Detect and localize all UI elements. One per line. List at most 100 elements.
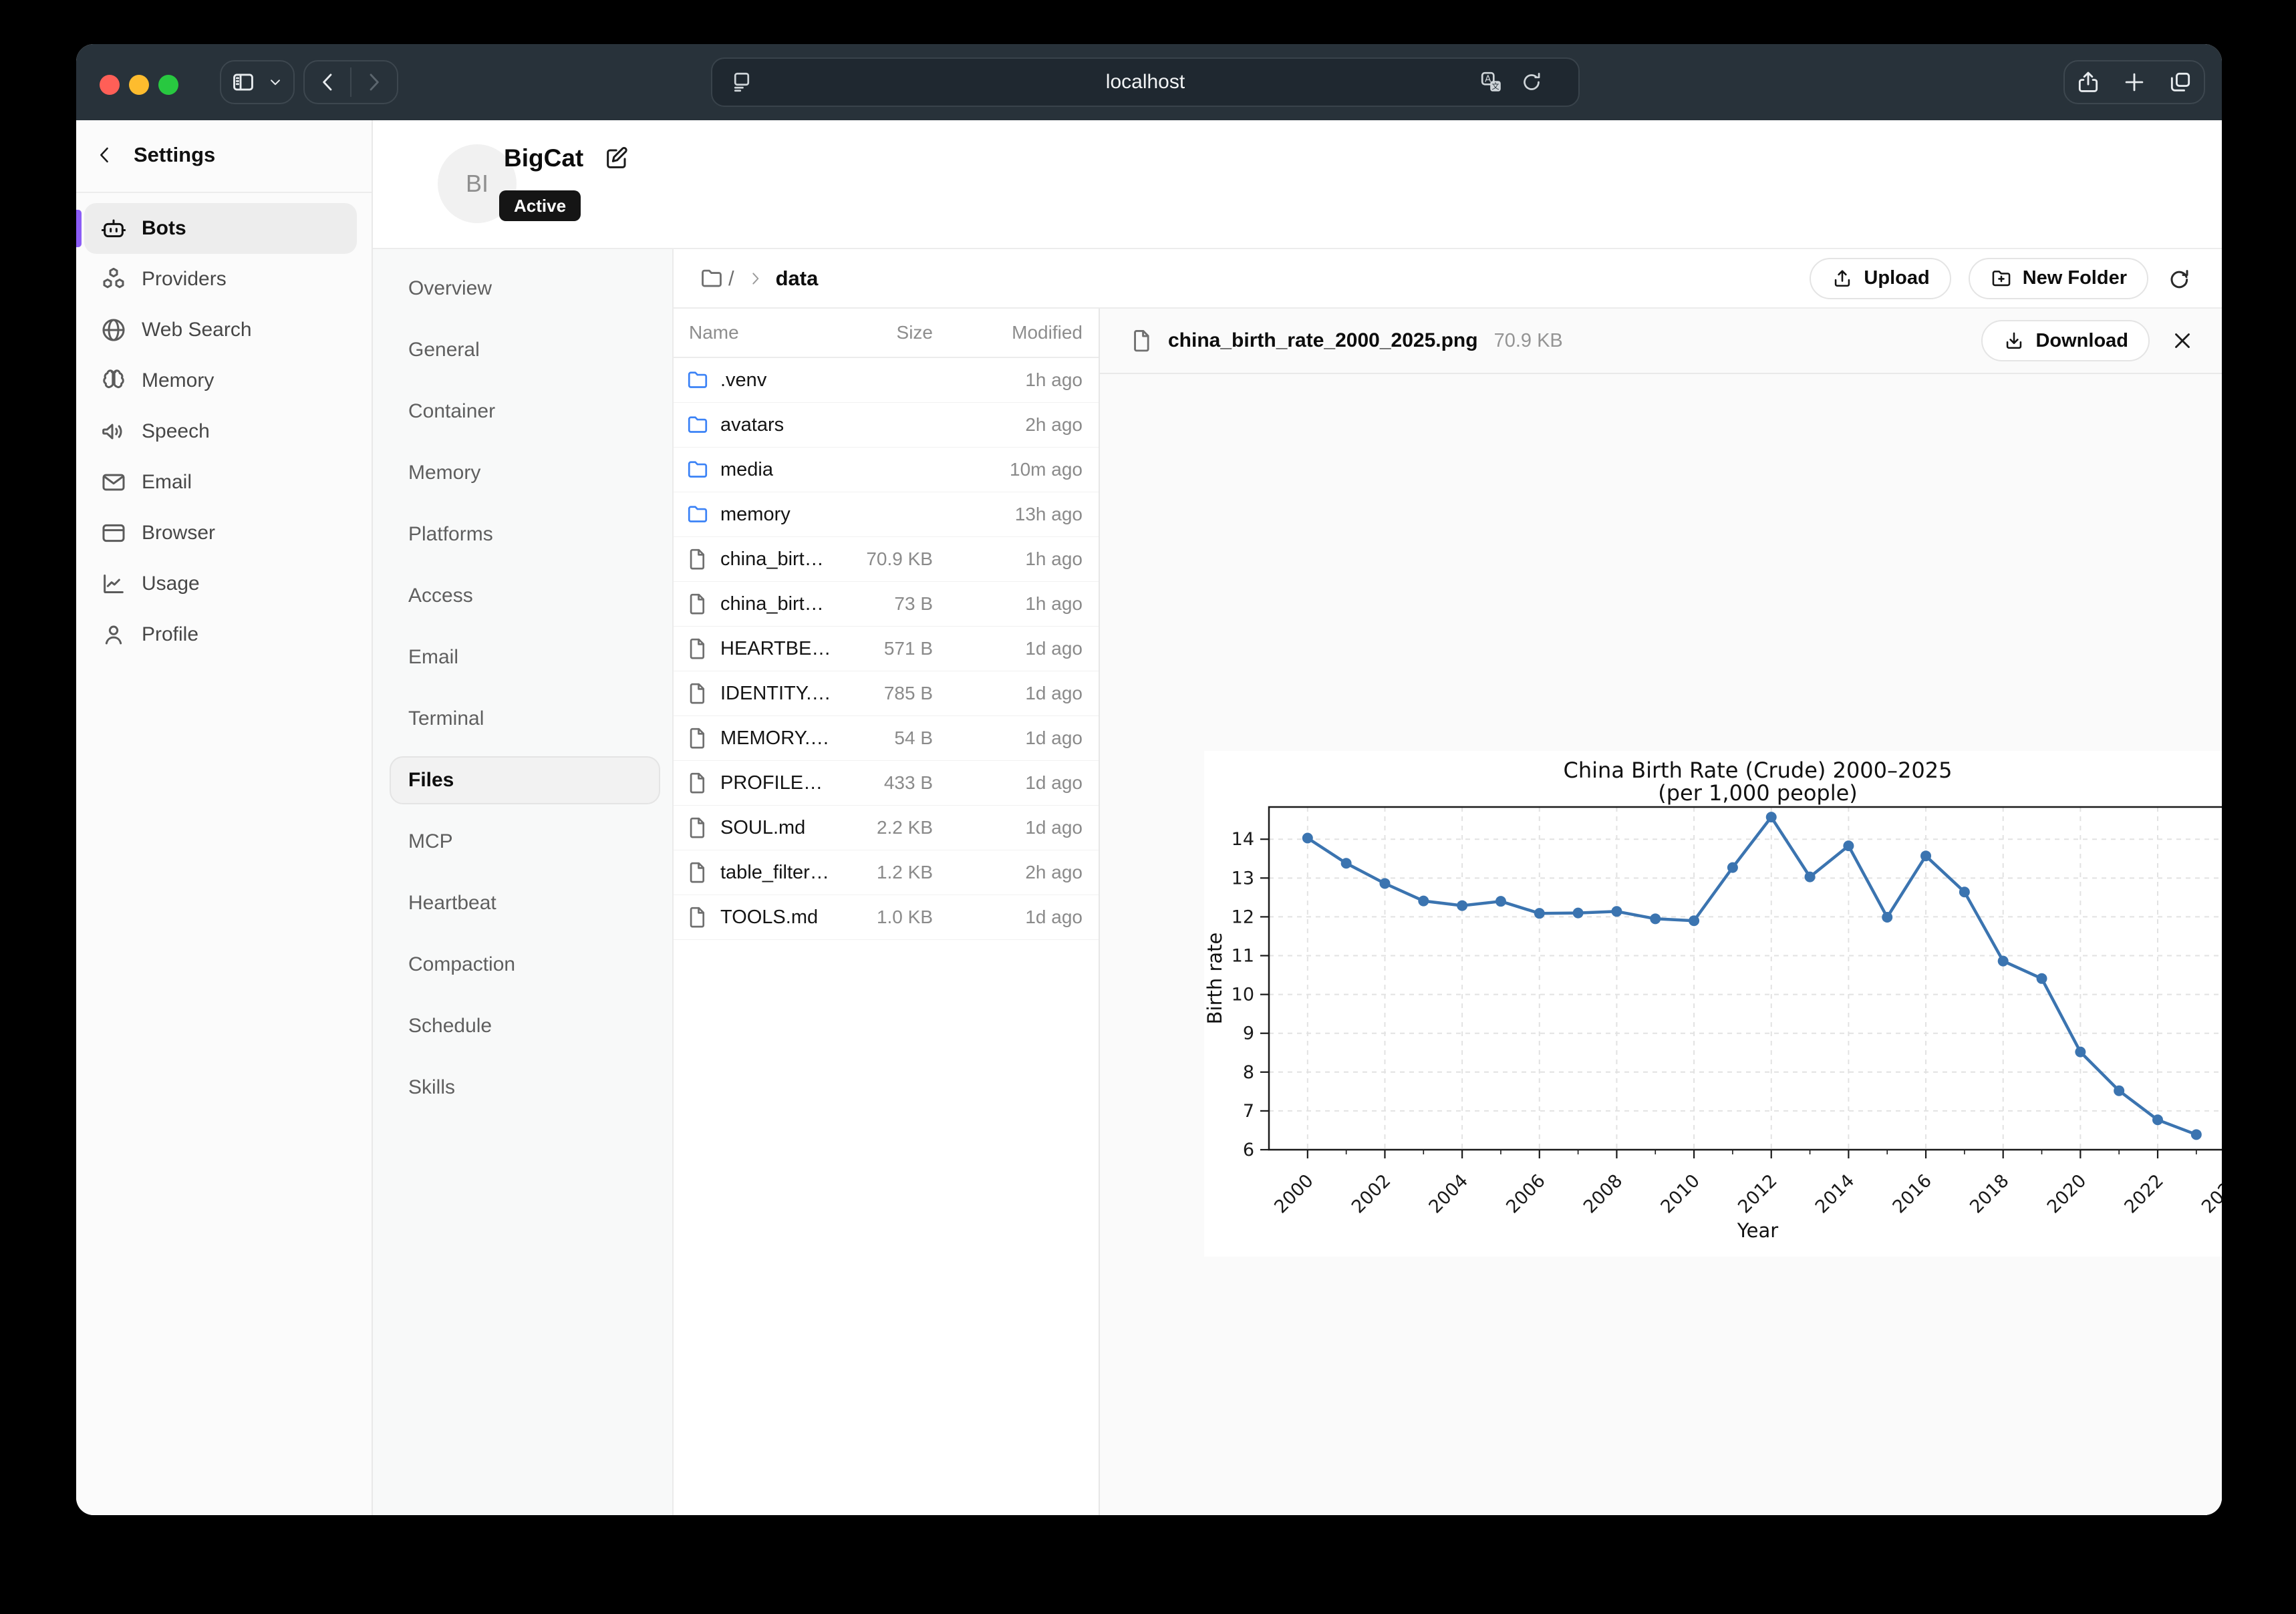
close-icon[interactable] <box>2170 328 2195 353</box>
download-button[interactable]: Download <box>1981 320 2150 361</box>
preview-pane: china_birth_rate_2000_2025.png 70.9 KB D… <box>1100 309 2222 1515</box>
sidebar-item-speech[interactable]: Speech <box>84 406 357 457</box>
close-window-button[interactable] <box>100 75 120 95</box>
svg-text:13: 13 <box>1232 868 1254 889</box>
breadcrumb: / data <box>699 266 818 291</box>
tab-label: Compaction <box>408 953 515 976</box>
new-folder-button[interactable]: New Folder <box>1969 258 2148 299</box>
tab-schedule[interactable]: Schedule <box>373 995 672 1057</box>
tab-memory[interactable]: Memory <box>373 442 672 504</box>
file-modified: 13h ago <box>933 504 1099 525</box>
table-row[interactable]: table_filter_…1.2 KB2h ago <box>674 850 1099 895</box>
sidebar-item-label: Memory <box>142 369 214 392</box>
file-modified: 1d ago <box>933 638 1099 659</box>
svg-text:14: 14 <box>1232 829 1254 850</box>
tab-mcp[interactable]: MCP <box>373 811 672 872</box>
zoom-window-button[interactable] <box>158 75 178 95</box>
tab-files[interactable]: Files <box>373 750 672 811</box>
address-bar[interactable]: localhost A文 <box>711 57 1580 107</box>
sidebar-item-web-search[interactable]: Web Search <box>84 305 357 355</box>
file-icon <box>686 771 710 795</box>
tab-label: Platforms <box>408 523 493 546</box>
sidebar-item-memory[interactable]: Memory <box>84 355 357 406</box>
file-size: 70.9 KB <box>833 548 933 570</box>
tab-platforms[interactable]: Platforms <box>373 504 672 565</box>
table-row[interactable]: PROFILES.md433 B1d ago <box>674 761 1099 806</box>
table-row[interactable]: HEARTBEAT…571 B1d ago <box>674 627 1099 671</box>
root-folder-icon[interactable] <box>699 266 724 291</box>
refresh-icon[interactable] <box>2166 265 2192 292</box>
file-modified: 1h ago <box>933 369 1099 391</box>
table-row[interactable]: .venv 1h ago <box>674 358 1099 403</box>
tab-general[interactable]: General <box>373 319 672 381</box>
tab-terminal[interactable]: Terminal <box>373 688 672 750</box>
file-name: PROFILES.md <box>720 772 833 794</box>
breadcrumb-current[interactable]: data <box>776 267 819 291</box>
forward-button[interactable] <box>361 69 386 95</box>
sidebar-item-bots[interactable]: Bots <box>84 203 357 254</box>
sidebar-item-profile[interactable]: Profile <box>84 609 357 660</box>
sidebar-toggle-icon[interactable] <box>231 69 256 95</box>
tab-label: Email <box>408 646 458 669</box>
table-row[interactable]: china_birth…70.9 KB1h ago <box>674 537 1099 582</box>
svg-text:2020: 2020 <box>2043 1170 2091 1218</box>
file-name: .venv <box>720 369 833 391</box>
sidebar-item-browser[interactable]: Browser <box>84 508 357 558</box>
table-row[interactable]: china_birth…73 B1h ago <box>674 582 1099 627</box>
tab-overview-icon[interactable] <box>2168 69 2193 95</box>
folder-plus-icon <box>1990 267 2013 290</box>
translate-icon[interactable]: A文 <box>1479 70 1503 94</box>
tab-label: Overview <box>408 277 492 300</box>
mail-icon <box>100 469 127 496</box>
tab-label: Terminal <box>408 707 484 730</box>
file-size: 785 B <box>833 683 933 704</box>
back-button[interactable] <box>315 69 341 95</box>
file-modified: 1d ago <box>933 728 1099 749</box>
breadcrumb-root[interactable]: / <box>728 267 734 291</box>
file-name: avatars <box>720 414 833 436</box>
file-size: 73 B <box>833 593 933 615</box>
table-row[interactable]: media10m ago <box>674 448 1099 492</box>
sidebar-item-label: Profile <box>142 623 198 646</box>
sidebar-item-usage[interactable]: Usage <box>84 558 357 609</box>
edit-icon[interactable] <box>603 145 630 172</box>
table-row[interactable]: TOOLS.md1.0 KB1d ago <box>674 895 1099 940</box>
nav-buttons-group <box>303 60 398 104</box>
table-row[interactable]: IDENTITY.md785 B1d ago <box>674 671 1099 716</box>
files-region: / data Upload New Folder <box>674 249 2222 1515</box>
avatar-initials: BI <box>466 170 488 198</box>
column-size: Size <box>833 322 933 343</box>
settings-back[interactable]: Settings <box>76 135 215 175</box>
table-row[interactable]: SOUL.md2.2 KB1d ago <box>674 806 1099 850</box>
sidebar-item-providers[interactable]: Providers <box>84 254 357 305</box>
svg-text:2014: 2014 <box>1812 1170 1859 1218</box>
svg-text:2004: 2004 <box>1425 1170 1473 1218</box>
file-icon <box>686 726 710 750</box>
tab-compaction[interactable]: Compaction <box>373 934 672 995</box>
sidebar-item-label: Usage <box>142 573 200 595</box>
new-tab-icon[interactable] <box>2122 69 2147 95</box>
tab-container[interactable]: Container <box>373 381 672 442</box>
url-text: localhost <box>712 71 1578 94</box>
sidebar-item-email[interactable]: Email <box>84 457 357 508</box>
browser-icon <box>100 520 127 546</box>
table-row[interactable]: avatars2h ago <box>674 403 1099 448</box>
tab-access[interactable]: Access <box>373 565 672 627</box>
file-table: Name Size Modified .venv1h agoavatars2h … <box>674 309 1100 1515</box>
table-row[interactable]: memory13h ago <box>674 492 1099 537</box>
tab-skills[interactable]: Skills <box>373 1057 672 1118</box>
minimize-window-button[interactable] <box>129 75 149 95</box>
tab-email[interactable]: Email <box>373 627 672 688</box>
share-icon[interactable] <box>2075 69 2101 95</box>
reload-icon[interactable] <box>1520 70 1544 94</box>
file-icon <box>686 592 710 616</box>
upload-button[interactable]: Upload <box>1810 258 1951 299</box>
chevron-down-icon[interactable] <box>267 73 284 91</box>
table-row[interactable]: MEMORY.md54 B1d ago <box>674 716 1099 761</box>
app-sidebar: Settings BotsProvidersWeb Search Memory Sp… <box>76 120 373 1515</box>
tab-heartbeat[interactable]: Heartbeat <box>373 872 672 934</box>
folder-icon <box>686 458 710 482</box>
tab-overview[interactable]: Overview <box>373 258 672 319</box>
file-modified: 1h ago <box>933 593 1099 615</box>
preview-header: china_birth_rate_2000_2025.png 70.9 KB D… <box>1100 309 2222 374</box>
